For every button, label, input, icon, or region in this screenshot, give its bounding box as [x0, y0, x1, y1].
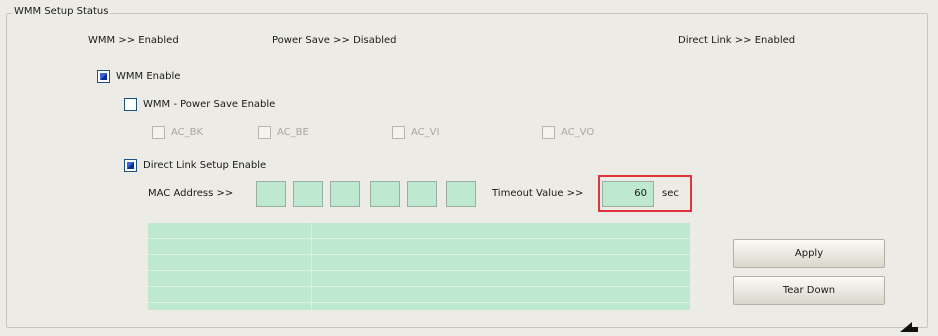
mac-address-octet-5[interactable] [407, 181, 437, 207]
mac-address-octet-3[interactable] [330, 181, 360, 207]
tear-down-button[interactable]: Tear Down [733, 276, 885, 305]
wmm-enable-label: WMM Enable [116, 70, 181, 82]
direct-link-enable-checkbox[interactable]: Direct Link Setup Enable [124, 157, 266, 173]
mac-address-octet-1[interactable] [256, 181, 286, 207]
group-title: WMM Setup Status [12, 5, 111, 19]
ac-vi-label: AC_VI [411, 126, 440, 138]
direct-link-status: Direct Link >> Enabled [678, 35, 796, 46]
checkbox-checked-icon [124, 158, 137, 172]
wmm-enable-checkbox[interactable]: WMM Enable [97, 68, 180, 84]
checkbox-disabled-icon [542, 125, 555, 139]
power-save-enable-label: WMM - Power Save Enable [143, 98, 276, 110]
mac-address-octet-2[interactable] [293, 181, 323, 207]
apply-button[interactable]: Apply [733, 239, 885, 268]
checkbox-checked-icon [97, 69, 110, 83]
mac-address-label: MAC Address >> [148, 187, 234, 199]
checkbox-disabled-icon [258, 125, 271, 139]
checkbox-disabled-icon [392, 125, 405, 139]
mac-address-octet-4[interactable] [370, 181, 400, 207]
ac-bk-label: AC_BK [171, 126, 204, 138]
direct-link-enable-label: Direct Link Setup Enable [143, 159, 267, 171]
checkbox-disabled-icon [152, 125, 165, 139]
timeout-unit-label: sec [662, 187, 679, 199]
timeout-value-input[interactable]: 60 [602, 181, 654, 207]
checkbox-unchecked-icon [124, 97, 137, 111]
power-save-status: Power Save >> Disabled [272, 35, 397, 46]
ac-vo-label: AC_VO [561, 126, 595, 138]
timeout-value-label: Timeout Value >> [492, 187, 584, 199]
ac-vo-checkbox[interactable]: AC_VO [542, 124, 594, 140]
mouse-pointer-icon [900, 322, 918, 332]
direct-link-list[interactable] [148, 223, 690, 310]
ac-be-label: AC_BE [277, 126, 309, 138]
mac-address-octet-6[interactable] [446, 181, 476, 207]
ac-be-checkbox[interactable]: AC_BE [258, 124, 309, 140]
power-save-enable-checkbox[interactable]: WMM - Power Save Enable [124, 96, 275, 112]
ac-vi-checkbox[interactable]: AC_VI [392, 124, 439, 140]
wmm-status: WMM >> Enabled [88, 35, 179, 46]
ac-bk-checkbox[interactable]: AC_BK [152, 124, 203, 140]
